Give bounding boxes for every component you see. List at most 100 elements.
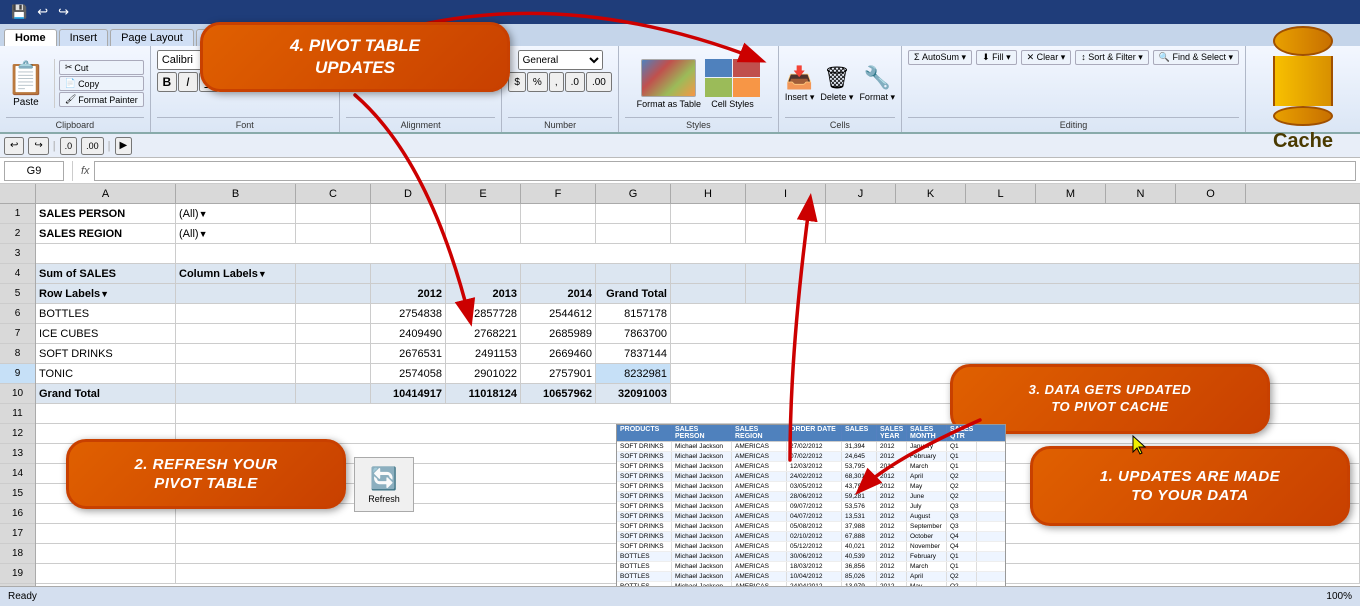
italic-button[interactable]: I	[178, 72, 198, 92]
col-header-k[interactable]: K	[896, 184, 966, 203]
cell-c1[interactable]	[296, 204, 371, 223]
cell-a10[interactable]: Grand Total	[36, 384, 176, 403]
sort-filter-button[interactable]: ↕ Sort & Filter ▾	[1075, 50, 1149, 65]
col-header-l[interactable]: L	[966, 184, 1036, 203]
bold-button[interactable]: B	[157, 72, 177, 92]
cell-f10[interactable]: 10657962	[521, 384, 596, 403]
cell-h1[interactable]	[671, 204, 746, 223]
qa-save[interactable]: 💾	[8, 4, 30, 20]
row-num-9[interactable]: 9	[0, 364, 35, 384]
cell-g7[interactable]: 7863700	[596, 324, 671, 343]
cell-f9[interactable]: 2757901	[521, 364, 596, 383]
cell-a1[interactable]: SALES PERSON	[36, 204, 176, 223]
row-num-6[interactable]: 6	[0, 304, 35, 324]
cell-rest4[interactable]	[746, 264, 1360, 283]
col-header-d[interactable]: D	[371, 184, 446, 203]
percent-button[interactable]: %	[527, 72, 548, 92]
cell-d6[interactable]: 2754838	[371, 304, 446, 323]
cell-g8[interactable]: 7837144	[596, 344, 671, 363]
cell-g10[interactable]: 32091003	[596, 384, 671, 403]
cell-b4[interactable]: Column Labels ▼	[176, 264, 296, 283]
decrease-decimal-button[interactable]: .0	[565, 72, 585, 92]
format-painter-button[interactable]: 🖌 Format Painter	[59, 92, 144, 107]
row-num-12[interactable]: 12	[0, 424, 35, 444]
cell-a8[interactable]: SOFT DRINKS	[36, 344, 176, 363]
cell-rest5[interactable]	[746, 284, 1360, 303]
cell-b7[interactable]	[176, 324, 296, 343]
cell-b8[interactable]	[176, 344, 296, 363]
format-label[interactable]: Format ▾	[859, 92, 895, 103]
cell-g4[interactable]	[596, 264, 671, 283]
clear-button[interactable]: ✕ Clear ▾	[1021, 50, 1072, 65]
cell-d5[interactable]: 2012	[371, 284, 446, 303]
col-header-o[interactable]: O	[1176, 184, 1246, 203]
qa-redo[interactable]: ↪	[55, 4, 72, 20]
cell-e1[interactable]	[446, 204, 521, 223]
formula-input[interactable]	[94, 161, 1356, 181]
cell-d2[interactable]	[371, 224, 446, 243]
cell-a11[interactable]	[36, 404, 176, 423]
cell-f4[interactable]	[521, 264, 596, 283]
cell-g2[interactable]	[596, 224, 671, 243]
cell-c10[interactable]	[296, 384, 371, 403]
cell-reference-input[interactable]	[4, 161, 64, 181]
cell-g9[interactable]: 8232981	[596, 364, 671, 383]
cut-button[interactable]: ✂ Cut	[59, 60, 144, 75]
cell-b1[interactable]: (All) ▼	[176, 204, 296, 223]
col-header-g[interactable]: G	[596, 184, 671, 203]
cell-rest7[interactable]	[671, 324, 1360, 343]
cell-rest6[interactable]	[671, 304, 1360, 323]
comma-button[interactable]: ,	[549, 72, 564, 92]
row-num-18[interactable]: 18	[0, 544, 35, 564]
cell-f1[interactable]	[521, 204, 596, 223]
cell-e7[interactable]: 2768221	[446, 324, 521, 343]
cell-f2[interactable]	[521, 224, 596, 243]
cell-d1[interactable]	[371, 204, 446, 223]
undo-button[interactable]: ↩	[4, 137, 24, 155]
cell-b5[interactable]	[176, 284, 296, 303]
cell-d4[interactable]	[371, 264, 446, 283]
cell-b2[interactable]: (All) ▼	[176, 224, 296, 243]
cell-d7[interactable]: 2409490	[371, 324, 446, 343]
cell-a9[interactable]: TONIC	[36, 364, 176, 383]
row-num-17[interactable]: 17	[0, 524, 35, 544]
cell-e10[interactable]: 11018124	[446, 384, 521, 403]
cell-f8[interactable]: 2669460	[521, 344, 596, 363]
row-num-11[interactable]: 11	[0, 404, 35, 424]
cell-h4[interactable]	[671, 264, 746, 283]
row-num-3[interactable]: 3	[0, 244, 35, 264]
row-num-7[interactable]: 7	[0, 324, 35, 344]
currency-button[interactable]: $	[508, 72, 526, 92]
cell-rest3[interactable]	[176, 244, 1360, 263]
cell-c4[interactable]	[296, 264, 371, 283]
row-num-10[interactable]: 10	[0, 384, 35, 404]
cell-a19[interactable]	[36, 564, 176, 583]
copy-button[interactable]: 📄 Copy	[59, 76, 144, 91]
cell-rest2[interactable]	[826, 224, 1360, 243]
format-table-button[interactable]	[641, 59, 696, 97]
row-num-8[interactable]: 8	[0, 344, 35, 364]
col-header-b[interactable]: B	[176, 184, 296, 203]
row-num-16[interactable]: 16	[0, 504, 35, 524]
cell-c2[interactable]	[296, 224, 371, 243]
qa-undo[interactable]: ↩	[34, 4, 51, 20]
increase-dec2[interactable]: .00	[81, 137, 104, 155]
cell-styles-button[interactable]	[705, 59, 760, 97]
cell-h2[interactable]	[671, 224, 746, 243]
cell-g5[interactable]: Grand Total	[596, 284, 671, 303]
row-num-19[interactable]: 19	[0, 564, 35, 584]
cell-g6[interactable]: 8157178	[596, 304, 671, 323]
row-num-1[interactable]: 1	[0, 204, 35, 224]
cell-e5[interactable]: 2013	[446, 284, 521, 303]
increase-decimal-button[interactable]: .00	[586, 72, 612, 92]
cell-a6[interactable]: BOTTLES	[36, 304, 176, 323]
cell-e9[interactable]: 2901022	[446, 364, 521, 383]
cell-d8[interactable]: 2676531	[371, 344, 446, 363]
cell-i2[interactable]	[746, 224, 826, 243]
cell-c8[interactable]	[296, 344, 371, 363]
delete-label[interactable]: Delete ▾	[820, 92, 853, 103]
cell-h5[interactable]	[671, 284, 746, 303]
col-header-h[interactable]: H	[671, 184, 746, 203]
row-num-14[interactable]: 14	[0, 464, 35, 484]
sub-more[interactable]: ▶	[115, 137, 133, 155]
